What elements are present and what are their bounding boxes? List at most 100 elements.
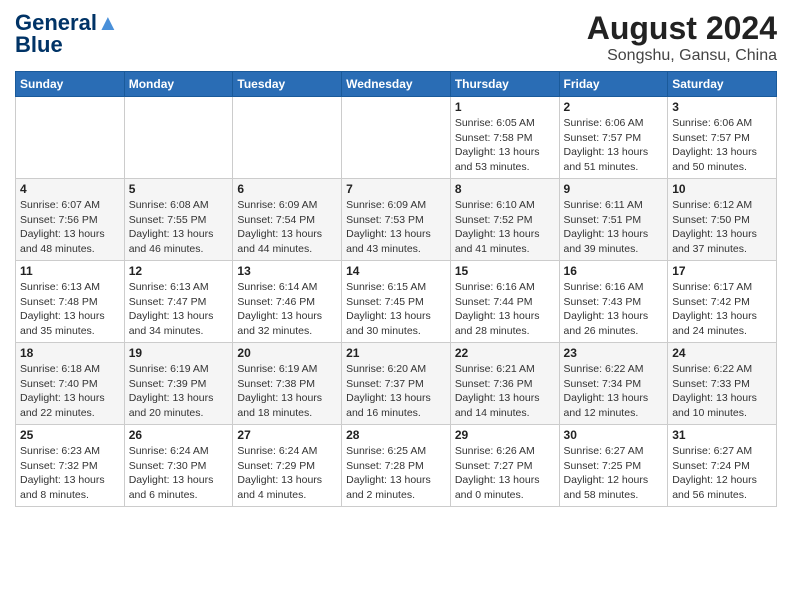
day-cell: 12Sunrise: 6:13 AM Sunset: 7:47 PM Dayli… [124, 261, 233, 343]
day-cell: 9 Sunrise: 6:11 AM Sunset: 7:51 PM Daylig… [559, 179, 668, 261]
day-number: 8 [455, 182, 555, 196]
day-number: 13 [237, 264, 337, 278]
day-number: 25 [20, 428, 120, 442]
day-cell: 13 Sunrise: 6:14 AM Sunset: 7:46 PM Dayli… [233, 261, 342, 343]
day-number: 21 [346, 346, 446, 360]
day-info: Sunrise: 6:13 AM Sunset: 7:48 PM Dayligh… [20, 280, 120, 339]
day-info: Sunrise: 6:22 AM Sunset: 7:33 PM Dayligh… [672, 362, 772, 421]
day-info: Sunrise: 6:18 AM Sunset: 7:40 PM Dayligh… [20, 362, 120, 421]
header: General▲ Blue August 2024 Songshu, Gansu… [15, 10, 777, 65]
day-info: Sunrise: 6:07 AM Sunset: 7:56 PM Dayligh… [20, 198, 120, 257]
day-cell: 29 Sunrise: 6:26 AM Sunset: 7:27 PM Dayli… [450, 425, 559, 507]
day-number: 1 [455, 100, 555, 114]
day-number: 9 [564, 182, 664, 196]
day-info: Sunrise: 6:26 AM Sunset: 7:27 PM Dayligh… [455, 444, 555, 503]
day-number: 7 [346, 182, 446, 196]
day-cell: 6Sunrise: 6:09 AM Sunset: 7:54 PM Daylig… [233, 179, 342, 261]
day-number: 14 [346, 264, 446, 278]
week-row-2: 4 Sunrise: 6:07 AM Sunset: 7:56 PM Daylig… [16, 179, 777, 261]
day-cell: 10Sunrise: 6:12 AM Sunset: 7:50 PM Dayli… [668, 179, 777, 261]
day-number: 23 [564, 346, 664, 360]
day-number: 5 [129, 182, 229, 196]
day-cell: 22 Sunrise: 6:21 AM Sunset: 7:36 PM Dayli… [450, 343, 559, 425]
day-info: Sunrise: 6:08 AM Sunset: 7:55 PM Dayligh… [129, 198, 229, 257]
day-info: Sunrise: 6:11 AM Sunset: 7:51 PM Dayligh… [564, 198, 664, 257]
day-cell: 3 Sunrise: 6:06 AM Sunset: 7:57 PM Daylig… [668, 97, 777, 179]
week-row-5: 25Sunrise: 6:23 AM Sunset: 7:32 PM Dayli… [16, 425, 777, 507]
week-row-1: 1Sunrise: 6:05 AM Sunset: 7:58 PM Daylig… [16, 97, 777, 179]
day-cell [16, 97, 125, 179]
day-number: 24 [672, 346, 772, 360]
day-number: 6 [237, 182, 337, 196]
day-info: Sunrise: 6:10 AM Sunset: 7:52 PM Dayligh… [455, 198, 555, 257]
day-cell: 4 Sunrise: 6:07 AM Sunset: 7:56 PM Daylig… [16, 179, 125, 261]
day-number: 29 [455, 428, 555, 442]
day-number: 2 [564, 100, 664, 114]
day-cell: 18 Sunrise: 6:18 AM Sunset: 7:40 PM Dayli… [16, 343, 125, 425]
day-cell: 8 Sunrise: 6:10 AM Sunset: 7:52 PM Daylig… [450, 179, 559, 261]
day-info: Sunrise: 6:22 AM Sunset: 7:34 PM Dayligh… [564, 362, 664, 421]
day-cell: 25Sunrise: 6:23 AM Sunset: 7:32 PM Dayli… [16, 425, 125, 507]
day-number: 3 [672, 100, 772, 114]
day-number: 15 [455, 264, 555, 278]
col-monday: Monday [124, 72, 233, 97]
day-info: Sunrise: 6:16 AM Sunset: 7:43 PM Dayligh… [564, 280, 664, 339]
day-number: 22 [455, 346, 555, 360]
day-info: Sunrise: 6:24 AM Sunset: 7:29 PM Dayligh… [237, 444, 337, 503]
day-cell: 24 Sunrise: 6:22 AM Sunset: 7:33 PM Dayli… [668, 343, 777, 425]
day-number: 27 [237, 428, 337, 442]
day-cell: 2 Sunrise: 6:06 AM Sunset: 7:57 PM Daylig… [559, 97, 668, 179]
col-wednesday: Wednesday [342, 72, 451, 97]
col-thursday: Thursday [450, 72, 559, 97]
day-cell: 23 Sunrise: 6:22 AM Sunset: 7:34 PM Dayli… [559, 343, 668, 425]
day-number: 17 [672, 264, 772, 278]
calendar-title: August 2024 [587, 10, 777, 47]
day-number: 26 [129, 428, 229, 442]
day-info: Sunrise: 6:27 AM Sunset: 7:24 PM Dayligh… [672, 444, 772, 503]
day-number: 31 [672, 428, 772, 442]
day-info: Sunrise: 6:25 AM Sunset: 7:28 PM Dayligh… [346, 444, 446, 503]
col-sunday: Sunday [16, 72, 125, 97]
day-info: Sunrise: 6:14 AM Sunset: 7:46 PM Dayligh… [237, 280, 337, 339]
day-cell [124, 97, 233, 179]
day-info: Sunrise: 6:06 AM Sunset: 7:57 PM Dayligh… [564, 116, 664, 175]
day-cell: 20 Sunrise: 6:19 AM Sunset: 7:38 PM Dayli… [233, 343, 342, 425]
day-cell: 31 Sunrise: 6:27 AM Sunset: 7:24 PM Dayli… [668, 425, 777, 507]
day-number: 11 [20, 264, 120, 278]
day-info: Sunrise: 6:19 AM Sunset: 7:39 PM Dayligh… [129, 362, 229, 421]
day-cell: 27 Sunrise: 6:24 AM Sunset: 7:29 PM Dayli… [233, 425, 342, 507]
col-friday: Friday [559, 72, 668, 97]
day-info: Sunrise: 6:24 AM Sunset: 7:30 PM Dayligh… [129, 444, 229, 503]
day-cell: 16 Sunrise: 6:16 AM Sunset: 7:43 PM Dayli… [559, 261, 668, 343]
day-cell: 14Sunrise: 6:15 AM Sunset: 7:45 PM Dayli… [342, 261, 451, 343]
day-info: Sunrise: 6:09 AM Sunset: 7:53 PM Dayligh… [346, 198, 446, 257]
day-number: 4 [20, 182, 120, 196]
logo-blue: Blue [15, 32, 63, 58]
day-cell: 11 Sunrise: 6:13 AM Sunset: 7:48 PM Dayli… [16, 261, 125, 343]
day-cell: 30Sunrise: 6:27 AM Sunset: 7:25 PM Dayli… [559, 425, 668, 507]
day-number: 19 [129, 346, 229, 360]
day-cell: 1Sunrise: 6:05 AM Sunset: 7:58 PM Daylig… [450, 97, 559, 179]
day-cell: 15 Sunrise: 6:16 AM Sunset: 7:44 PM Dayli… [450, 261, 559, 343]
day-cell: 26 Sunrise: 6:24 AM Sunset: 7:30 PM Dayli… [124, 425, 233, 507]
day-number: 28 [346, 428, 446, 442]
day-info: Sunrise: 6:19 AM Sunset: 7:38 PM Dayligh… [237, 362, 337, 421]
day-cell: 21 Sunrise: 6:20 AM Sunset: 7:37 PM Dayli… [342, 343, 451, 425]
col-saturday: Saturday [668, 72, 777, 97]
calendar-subtitle: Songshu, Gansu, China [587, 47, 777, 65]
day-info: Sunrise: 6:16 AM Sunset: 7:44 PM Dayligh… [455, 280, 555, 339]
calendar-header-row: Sunday Monday Tuesday Wednesday Thursday… [16, 72, 777, 97]
day-number: 16 [564, 264, 664, 278]
day-info: Sunrise: 6:21 AM Sunset: 7:36 PM Dayligh… [455, 362, 555, 421]
day-cell: 28 Sunrise: 6:25 AM Sunset: 7:28 PM Dayli… [342, 425, 451, 507]
day-info: Sunrise: 6:20 AM Sunset: 7:37 PM Dayligh… [346, 362, 446, 421]
day-info: Sunrise: 6:17 AM Sunset: 7:42 PM Dayligh… [672, 280, 772, 339]
day-number: 18 [20, 346, 120, 360]
day-info: Sunrise: 6:06 AM Sunset: 7:57 PM Dayligh… [672, 116, 772, 175]
day-number: 10 [672, 182, 772, 196]
day-number: 20 [237, 346, 337, 360]
day-info: Sunrise: 6:27 AM Sunset: 7:25 PM Dayligh… [564, 444, 664, 503]
title-area: August 2024 Songshu, Gansu, China [587, 10, 777, 65]
day-cell: 5 Sunrise: 6:08 AM Sunset: 7:55 PM Daylig… [124, 179, 233, 261]
day-cell [342, 97, 451, 179]
